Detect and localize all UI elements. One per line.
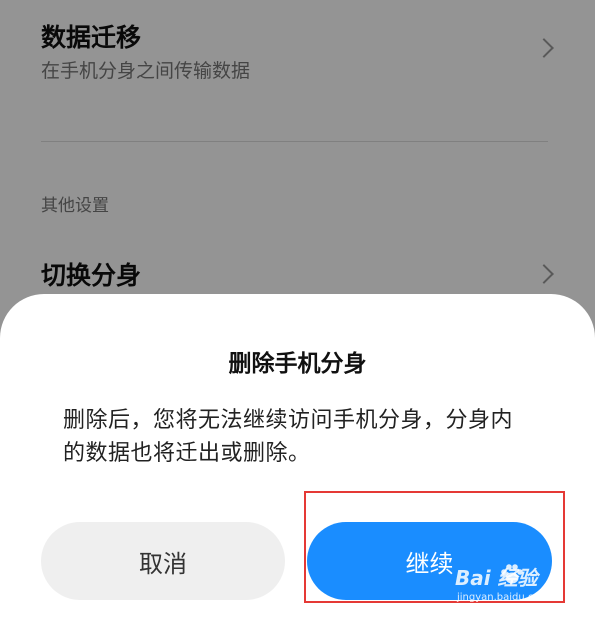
dialog-message: 删除后，您将无法继续访问手机分身，分身内的数据也将迁出或删除。 bbox=[63, 408, 514, 466]
watermark-brand: Bai 经验 bbox=[455, 566, 538, 590]
watermark: Bai 经验 jingyan.baidu.com bbox=[455, 562, 585, 618]
cancel-button[interactable]: 取消 bbox=[41, 522, 285, 600]
paw-icon bbox=[501, 564, 523, 584]
dialog-title: 删除手机分身 bbox=[228, 351, 367, 377]
watermark-subtitle: jingyan.baidu.com bbox=[457, 592, 550, 603]
